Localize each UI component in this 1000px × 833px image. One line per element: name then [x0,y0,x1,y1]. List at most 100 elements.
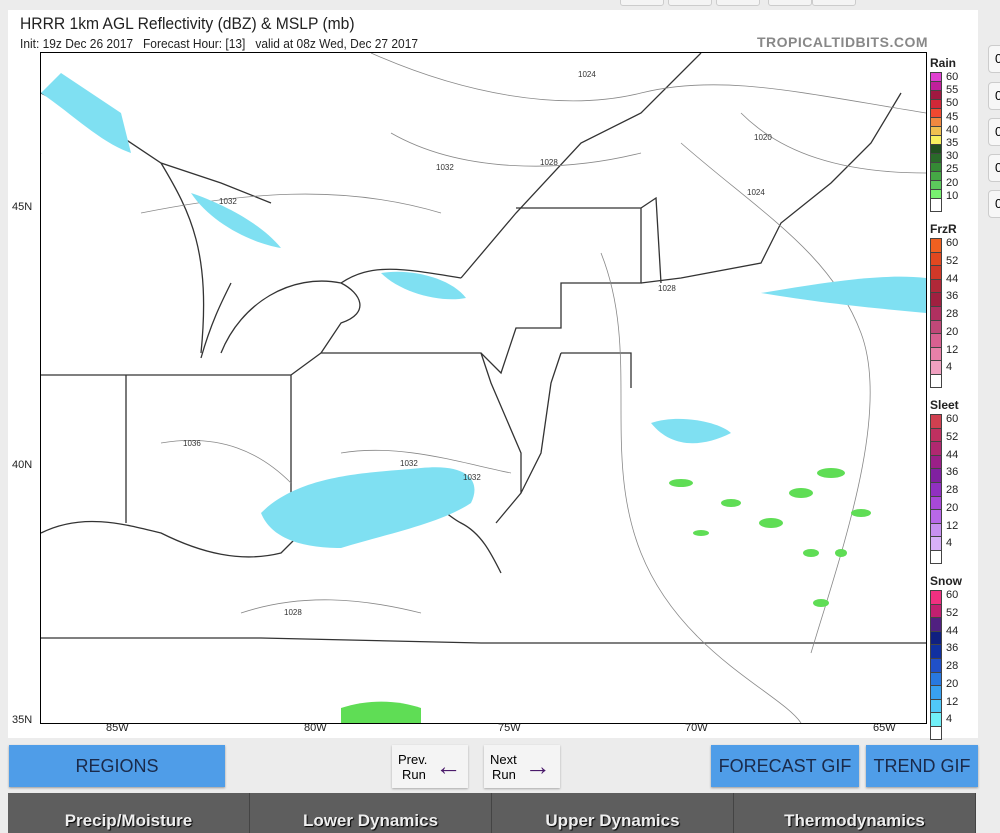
legend-label: 44 [946,448,959,461]
tab-lower-dynamics[interactable]: Lower Dynamics [250,793,492,833]
side-button[interactable]: 0 [988,154,1000,182]
legend-label: 28 [946,308,959,320]
isobar-label: 1032 [219,197,237,206]
next-run-label: Next [490,751,517,767]
legend-label: 50 [946,97,959,110]
legend-label: 36 [946,466,959,479]
legend-swatch [931,279,941,294]
isobar-label: 1032 [436,163,454,172]
legend-swatch [931,172,941,181]
isobar-label: 1032 [400,459,418,468]
legend-title-snow: Snow [930,574,962,588]
isobar-label: 1032 [463,473,481,482]
legend-label: 60 [946,71,959,83]
legend-swatch [931,73,941,82]
legend-swatch [931,347,941,362]
legend-swatch [931,239,941,253]
legend-swatch [931,109,941,118]
top-button[interactable] [812,0,856,6]
legend-swatch [931,631,941,646]
next-run-button[interactable]: Next Run → [484,745,560,788]
side-button[interactable]: 0 [988,45,1000,73]
legend-title-rain: Rain [930,56,957,70]
legend-title-frzr: FrzR [930,222,957,236]
regions-button[interactable]: REGIONS [9,745,225,787]
next-run-label: Run [492,766,516,782]
tab-upper-dynamics[interactable]: Upper Dynamics [492,793,734,833]
map-subtitle: Init: 19z Dec 26 2017 Forecast Hour: [13… [20,36,419,51]
isobar-label: 1020 [754,133,772,142]
legend-swatch [931,482,941,497]
forecast-gif-button[interactable]: FORECAST GIF [711,745,859,787]
legend-label: 25 [946,163,959,176]
legend-swatch [931,645,941,659]
legend-swatch [931,334,941,348]
legend-swatch [931,510,941,524]
top-button[interactable] [716,0,760,6]
top-button[interactable] [668,0,712,6]
isobar-label: 1028 [540,158,558,167]
brand-watermark: TROPICALTIDBITS.COM [756,34,928,50]
prev-run-button[interactable]: Prev. Run ← [392,745,468,788]
legend-label: 40 [946,123,959,136]
legend-swatch [931,361,941,375]
lon-label: 65W [873,722,896,734]
legend-swatch [931,163,941,172]
legend-swatch [931,672,941,687]
prev-run-label: Run [402,766,426,782]
legend-swatch [931,686,941,700]
legend-swatch [931,537,941,551]
legend-swatch [931,100,941,109]
legend-title-sleet: Sleet [930,398,959,412]
legend-label: 4 [946,713,953,726]
lon-label: 70W [685,722,708,734]
legend-swatch [931,136,941,145]
legend-label: 52 [946,430,959,443]
top-button[interactable] [620,0,664,6]
legend-label: 55 [946,84,959,97]
legend-label: 36 [946,642,959,655]
trend-gif-button[interactable]: TREND GIF [866,745,978,787]
top-button[interactable] [768,0,812,6]
legend-swatch [931,82,941,91]
legend-swatch [931,118,941,127]
arrow-left-icon: ← [435,751,462,781]
legend-swatch [931,127,941,136]
side-button[interactable]: 0 [988,118,1000,146]
isobar-label: 1024 [747,188,765,197]
legend-label: 30 [946,150,959,163]
legend-label: 4 [946,361,953,374]
legend-swatch [931,496,941,511]
legend-label: 52 [946,606,959,619]
reflectivity-map[interactable]: 1024 1020 1032 1028 1024 1032 1028 1036 … [40,52,927,724]
legend-label: 12 [946,519,959,532]
legend-swatch [931,455,941,470]
legend-label: 45 [946,110,959,123]
side-button[interactable]: 0 [988,82,1000,110]
lon-label: 75W [498,722,521,734]
legend-swatch [931,591,941,605]
legend-swatch [931,442,941,456]
legend-swatch [931,91,941,100]
lon-label: 85W [106,722,129,734]
legend-label: 12 [946,343,959,356]
tab-precip-moisture[interactable]: Precip/Moisture [8,793,250,833]
legend-swatch [931,428,941,443]
legend-swatch [931,658,941,673]
legend-label: 44 [946,272,959,285]
side-button[interactable]: 0 [988,190,1000,218]
legend-scale-sleet: 60 52 44 36 28 20 12 4 [930,413,970,564]
legend-label: 4 [946,537,953,550]
legend-swatch [931,252,941,267]
legend-swatch [931,618,941,632]
isobar-lines [140,53,926,723]
legend-swatch [931,604,941,619]
map-title: HRRR 1km AGL Reflectivity (dBZ) & MSLP (… [20,14,355,33]
tab-thermodynamics[interactable]: Thermodynamics [734,793,976,833]
isobar-label: 1028 [658,284,676,293]
legend-scale-snow: 60 52 44 36 28 20 12 4 [930,589,970,740]
legend-swatch [931,306,941,321]
state-borders [41,53,926,644]
legend-label: 10 [946,189,959,202]
legend-label: 20 [946,501,959,514]
